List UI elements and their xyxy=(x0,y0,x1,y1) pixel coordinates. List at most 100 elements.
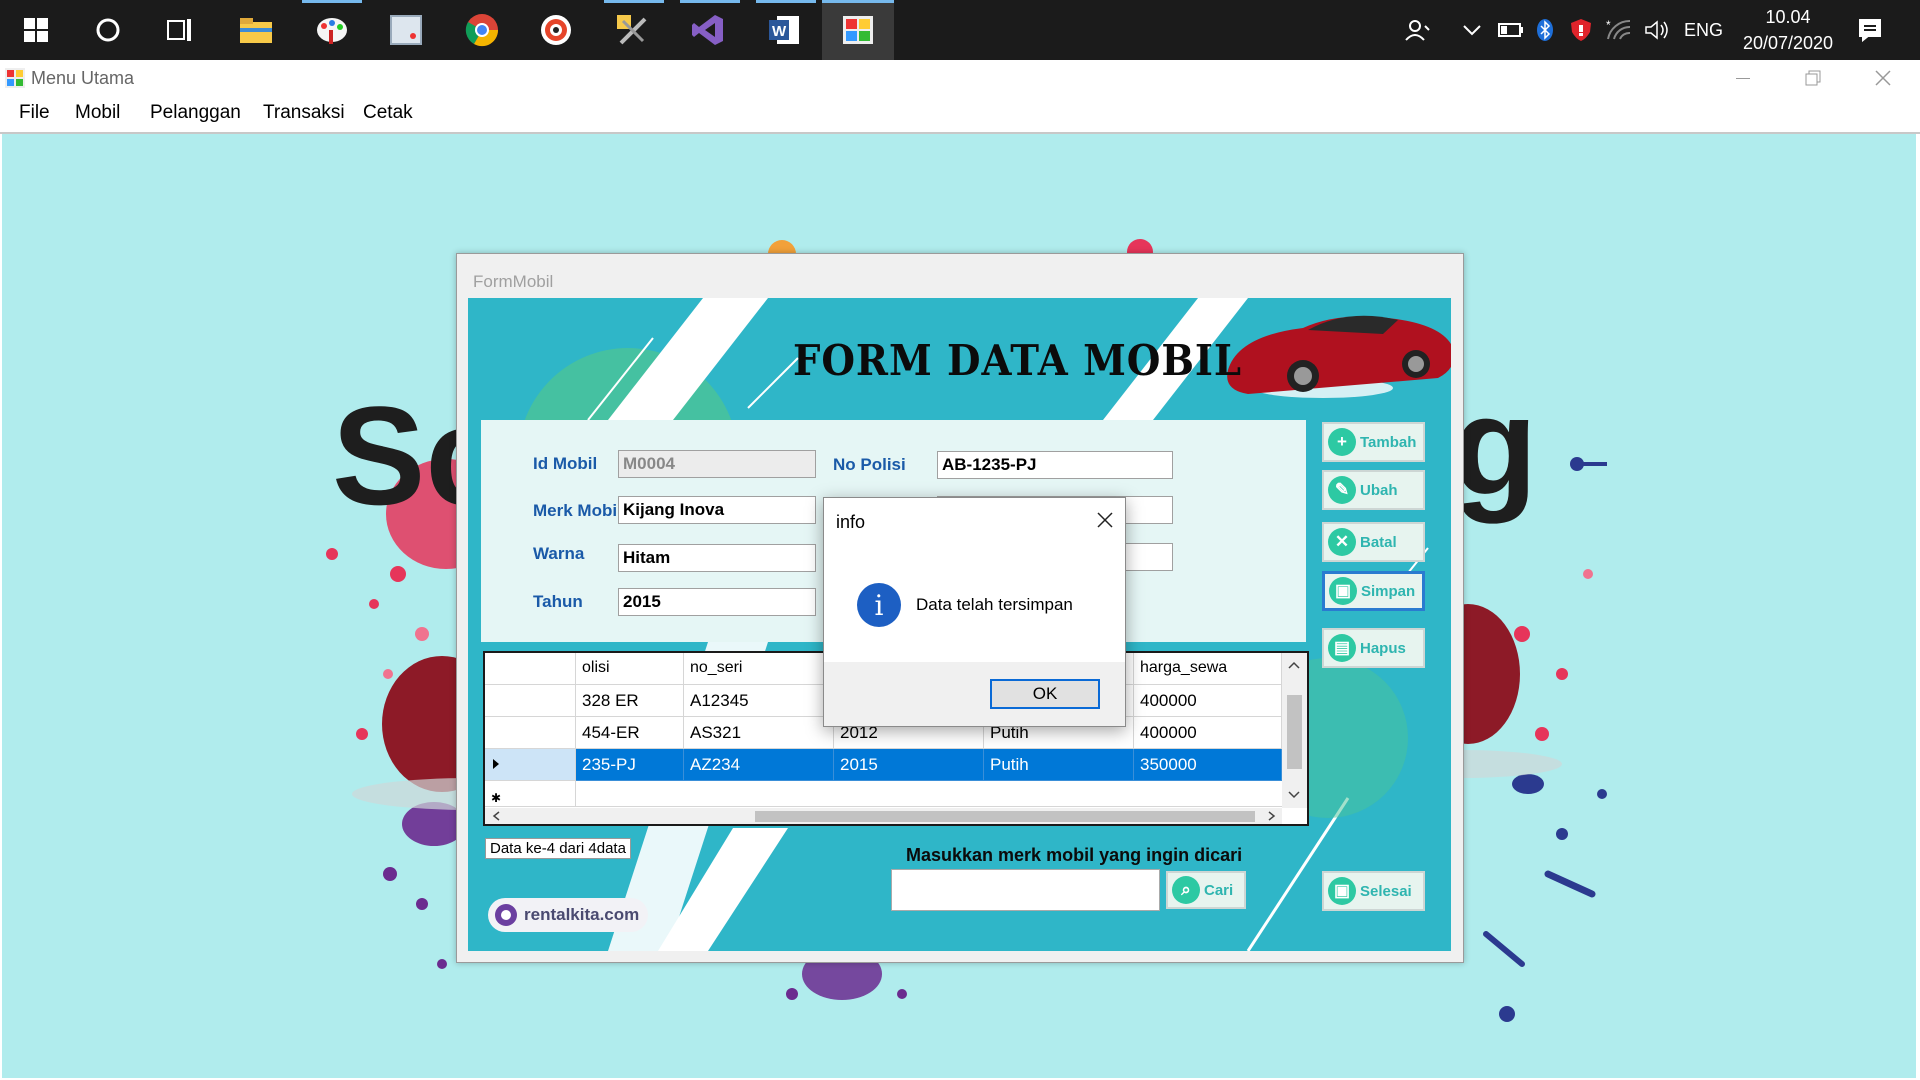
table-cell[interactable]: 350000 xyxy=(1134,749,1282,781)
record-status-label: Data ke-4 dari 4data xyxy=(485,838,631,859)
no-polisi-field[interactable]: AB-1235-PJ xyxy=(937,451,1173,479)
taskbar: W * ENG 10.04 20/07/2020 xyxy=(0,0,1920,60)
cancel-icon: ✕ xyxy=(1328,528,1356,556)
logo-icon xyxy=(495,904,517,926)
search-input[interactable] xyxy=(891,869,1160,911)
table-cell[interactable]: 454-ER xyxy=(576,717,684,749)
window-titlebar: Menu Utama xyxy=(0,60,1920,96)
table-cell[interactable]: 2015 xyxy=(834,749,984,781)
people-icon[interactable] xyxy=(1405,0,1431,60)
form-title: FormMobil xyxy=(473,272,554,291)
rentalkita-logo: rentalkita.com xyxy=(488,898,648,932)
menu-cetak[interactable]: Cetak xyxy=(363,102,413,124)
media-icon[interactable] xyxy=(534,8,578,52)
task-view-icon[interactable] xyxy=(158,8,202,52)
merk-mobil-field[interactable]: Kijang Inova xyxy=(618,496,816,524)
batal-button[interactable]: ✕ Batal xyxy=(1322,522,1425,562)
paint-icon[interactable] xyxy=(310,8,354,52)
cari-label: Cari xyxy=(1204,881,1234,899)
snipping-icon[interactable] xyxy=(384,8,428,52)
tahun-field[interactable]: 2015 xyxy=(618,588,816,616)
action-center-icon[interactable] xyxy=(1858,0,1882,60)
table-cell[interactable]: 400000 xyxy=(1134,717,1282,749)
simpan-button[interactable]: ▣ Simpan xyxy=(1322,571,1425,611)
row-header-corner xyxy=(485,653,576,685)
id-mobil-field[interactable]: M0004 xyxy=(618,450,816,478)
dialog-message: Data telah tersimpan xyxy=(916,595,1073,614)
visual-studio-icon[interactable] xyxy=(686,8,730,52)
batal-label: Batal xyxy=(1360,533,1397,551)
red-car-illustration xyxy=(1227,315,1451,398)
winforms-app-icon[interactable] xyxy=(836,8,880,52)
plus-icon: + xyxy=(1328,428,1356,456)
horizontal-scroll-thumb[interactable] xyxy=(755,811,1255,822)
dialog-close-icon[interactable] xyxy=(1097,508,1113,534)
simpan-label: Simpan xyxy=(1361,582,1416,600)
security-shield-icon[interactable] xyxy=(1570,0,1592,60)
table-cell[interactable]: AZ234 xyxy=(684,749,834,781)
column-header-no-seri[interactable]: no_seri xyxy=(684,653,834,685)
row-header[interactable] xyxy=(485,685,576,717)
dialog-footer: OK xyxy=(824,662,1125,726)
hapus-button[interactable]: ▤ Hapus xyxy=(1322,628,1425,668)
search-label: Masukkan merk mobil yang ingin dicari xyxy=(906,845,1243,865)
ubah-button[interactable]: ✎ Ubah xyxy=(1322,470,1425,510)
info-icon: i xyxy=(857,583,901,627)
vertical-scroll-thumb[interactable] xyxy=(1287,695,1302,769)
bluetooth-icon[interactable] xyxy=(1536,0,1554,60)
new-row-header[interactable]: ✱ xyxy=(485,781,576,807)
clock-date: 20/07/2020 xyxy=(1742,33,1834,53)
file-explorer-icon[interactable] xyxy=(234,8,278,52)
column-header-harga-sewa[interactable]: harga_sewa xyxy=(1134,653,1282,685)
clock[interactable]: 10.04 20/07/2020 xyxy=(1732,4,1844,56)
column-header-no-polisi[interactable]: olisi xyxy=(576,653,684,685)
new-row[interactable] xyxy=(576,781,1282,807)
hapus-label: Hapus xyxy=(1360,639,1406,657)
tambah-button[interactable]: + Tambah xyxy=(1322,422,1425,462)
warna-field[interactable]: Hitam xyxy=(618,544,816,572)
minimize-button[interactable] xyxy=(1712,60,1774,96)
tambah-label: Tambah xyxy=(1360,433,1417,451)
cortana-icon[interactable] xyxy=(86,8,130,52)
menu-bar: File Mobil Pelanggan Transaksi Cetak xyxy=(0,96,1920,134)
start-icon[interactable] xyxy=(14,8,58,52)
restore-button[interactable] xyxy=(1782,60,1844,96)
table-cell[interactable]: AS321 xyxy=(684,717,834,749)
volume-icon[interactable] xyxy=(1644,0,1670,60)
scroll-left-icon[interactable] xyxy=(487,808,507,824)
tahun-label: Tahun xyxy=(533,592,583,611)
table-cell[interactable]: 328 ER xyxy=(576,685,684,717)
merk-mobil-label: Merk Mobil xyxy=(533,501,622,520)
battery-icon[interactable] xyxy=(1498,0,1524,60)
selesai-button[interactable]: ▣ Selesai xyxy=(1322,871,1425,911)
window-title: Menu Utama xyxy=(31,68,135,88)
no-polisi-label: No Polisi xyxy=(833,455,906,474)
ok-button[interactable]: OK xyxy=(990,679,1100,709)
chevron-up-icon[interactable] xyxy=(1462,0,1482,60)
table-cell[interactable]: 235-PJ xyxy=(576,749,684,781)
menu-mobil[interactable]: Mobil xyxy=(75,102,120,124)
tools-icon[interactable] xyxy=(610,8,654,52)
scroll-down-icon[interactable] xyxy=(1282,785,1307,805)
menu-file[interactable]: File xyxy=(19,102,50,124)
row-header[interactable] xyxy=(485,717,576,749)
chrome-icon[interactable] xyxy=(460,8,504,52)
scroll-up-icon[interactable] xyxy=(1282,655,1307,675)
word-icon[interactable]: W xyxy=(762,8,806,52)
wifi-icon[interactable]: * xyxy=(1606,0,1632,60)
save-icon: ▣ xyxy=(1329,577,1357,605)
menu-pelanggan[interactable]: Pelanggan xyxy=(150,102,241,124)
scroll-right-icon[interactable] xyxy=(1261,808,1281,824)
table-cell[interactable]: 400000 xyxy=(1134,685,1282,717)
language-indicator[interactable]: ENG xyxy=(1684,0,1723,60)
close-button[interactable] xyxy=(1852,60,1914,96)
horizontal-scrollbar[interactable] xyxy=(485,808,1282,824)
form-heading: FORM DATA MOBIL xyxy=(793,336,1243,385)
vertical-scrollbar[interactable] xyxy=(1282,653,1307,808)
menu-transaksi[interactable]: Transaksi xyxy=(263,102,345,124)
cari-button[interactable]: ⌕ Cari xyxy=(1166,871,1246,909)
table-cell[interactable]: Putih xyxy=(984,749,1134,781)
row-header-current[interactable] xyxy=(485,749,576,781)
table-cell[interactable]: A12345 xyxy=(684,685,834,717)
warna-label: Warna xyxy=(533,544,585,563)
